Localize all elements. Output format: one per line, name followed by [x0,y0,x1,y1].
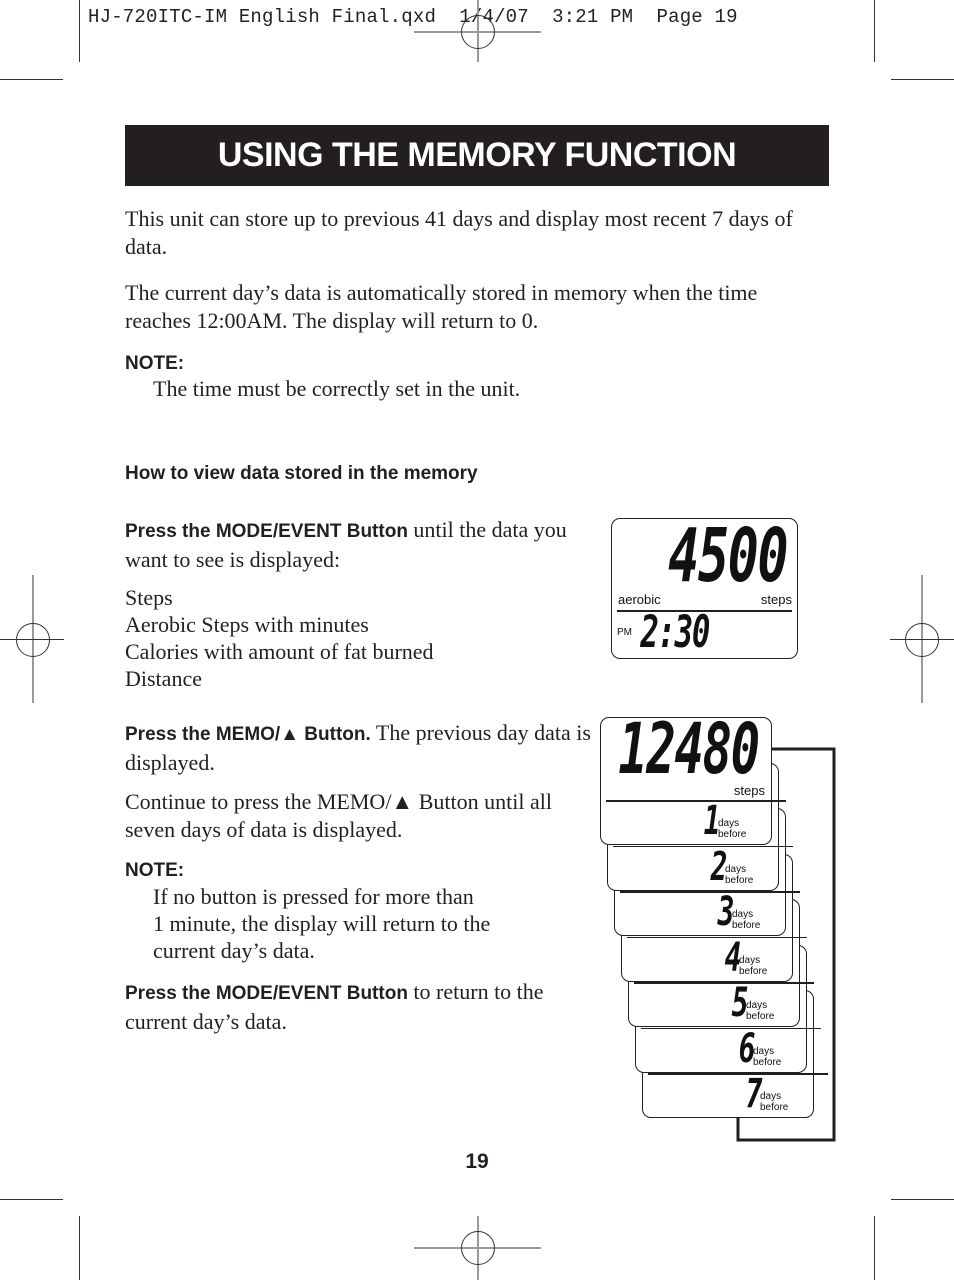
lcd-days-before-label: days before [725,863,754,886]
lcd-steps-value: 12480 [618,708,760,790]
lcd-divider [606,800,786,802]
lcd-days-digit: 5 [731,980,749,1026]
step-bold: Press the MODE/EVENT Button [125,983,408,1004]
mode-list: Steps Aerobic Steps with minutes Calorie… [125,584,434,692]
lcd-divider [620,891,800,893]
note-label: NOTE: [125,860,185,881]
note-text: If no button is pressed for more than 1 … [125,883,490,964]
lcd-days-before-label: days before [746,1000,775,1022]
crop-mark [0,79,63,80]
lcd-days-before-label: days before [753,1045,782,1068]
lcd-ampm: PM [617,627,632,638]
step-bold: Press the MODE/EVENT Button [125,521,408,542]
crop-mark [891,1199,954,1200]
section-subheading: How to view data stored in the memory [125,463,478,484]
lcd-divider [634,982,814,984]
continue-paragraph: Continue to press the MEMO/▲ Button unti… [125,789,552,842]
page-number: 19 [465,1150,489,1173]
intro-paragraph: The current day’s data is automatically … [125,280,758,333]
step-bold: Press the MEMO/▲ Button. [125,724,371,745]
mode-item: Calories with amount of fat burned [125,639,434,664]
lcd-days-digit: 1 [703,798,721,844]
lcd-days-digit: 3 [717,889,735,935]
crop-mark [891,79,954,80]
file-slug: HJ-720ITC-IM English Final.qxd 1/4/07 3:… [88,6,738,28]
lcd-days-before-label: days before [760,1091,789,1113]
lcd-display-aerobic: 4500 aerobic steps PM 2:30 [611,513,798,659]
lcd-aerobic-label: aerobic [618,592,661,607]
note-line: current day’s data. [153,938,315,963]
intro-paragraph: This unit can store up to previous 41 da… [125,206,793,259]
lcd-time: 2:30 [640,607,710,658]
lcd-steps-label: steps [760,592,792,607]
lcd-divider [641,1027,821,1029]
lcd-days-before-label: days before [732,909,761,931]
lcd-days-before-label: days before [739,954,768,977]
lcd-days-before-label: days before [718,818,747,840]
mode-item: Distance [125,666,202,691]
lcd-days-digit: 7 [745,1071,763,1117]
mode-item: Aerobic Steps with minutes [125,612,369,637]
crop-mark [79,0,80,62]
step-return: Press the MODE/EVENT Button to return to… [125,978,585,1036]
crop-mark [874,0,875,62]
lcd-divider [613,845,793,847]
lcd-display-memory: 12480 steps 1 days before [600,708,786,845]
mode-item: Steps [125,585,173,610]
lcd-steps-label: steps [733,783,765,798]
note-line: 1 minute, the display will return to the [153,911,491,936]
crop-mark [0,1199,63,1200]
lcd-steps-value: 4500 [667,513,789,599]
step-memo: Press the MEMO/▲ Button. The previous da… [125,719,595,777]
note-label: NOTE: [125,353,185,374]
registration-circle [461,15,495,49]
registration-circle [905,623,939,657]
registration-circle [461,1231,495,1265]
lcd-days-digit: 6 [738,1025,756,1072]
step-mode-event: Press the MODE/EVENT Button until the da… [125,516,595,574]
note-line: If no button is pressed for more than [153,884,474,909]
crop-mark [874,1216,875,1280]
page-title: USING THE MEMORY FUNCTION [125,125,829,186]
note-text: The time must be correctly set in the un… [153,376,521,401]
lcd-days-digit: 4 [724,934,742,981]
registration-circle [16,623,50,657]
lcd-divider [648,1073,828,1075]
lcd-days-digit: 2 [710,843,728,890]
lcd-divider [627,936,807,938]
crop-mark [79,1216,80,1280]
